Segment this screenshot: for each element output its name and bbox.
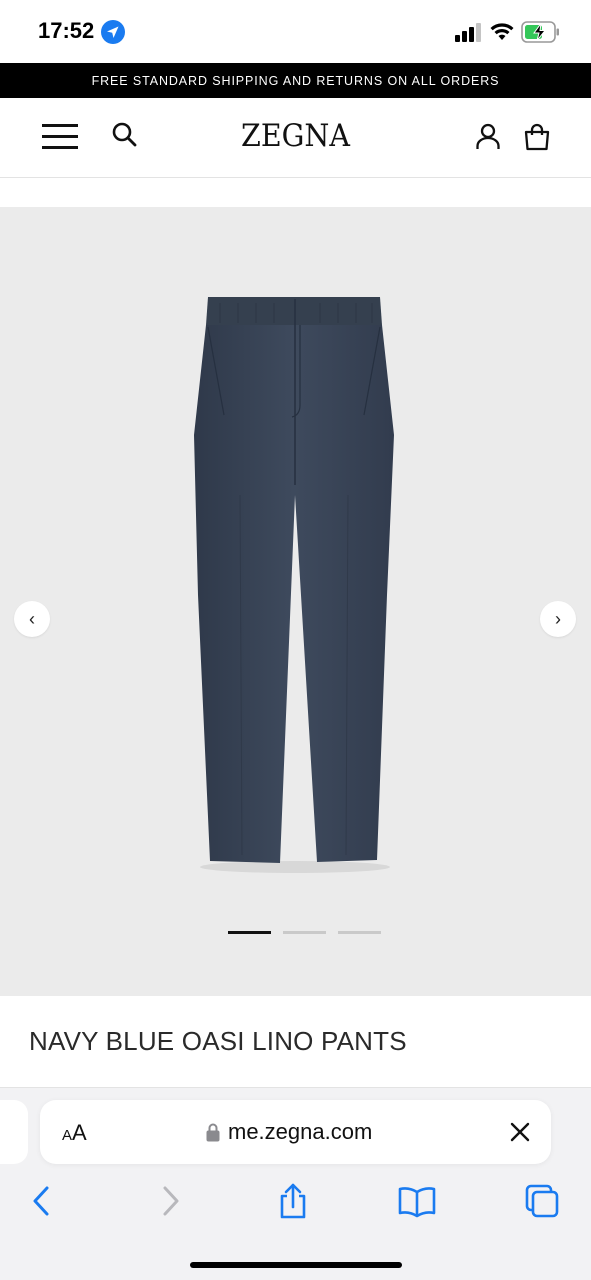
promo-text: FREE STANDARD SHIPPING AND RETURNS ON AL… [91,73,500,88]
product-gallery: ‹ › [0,207,591,996]
gallery-next-button[interactable]: › [540,601,576,637]
forward-icon[interactable] [150,1183,190,1219]
cellular-signal-icon [455,23,481,42]
location-arrow-icon [101,20,125,44]
home-indicator [190,1262,402,1268]
account-icon[interactable] [474,122,502,152]
gallery-dot[interactable] [338,931,381,934]
bookmarks-icon[interactable] [397,1183,437,1219]
product-image-pants[interactable] [180,295,410,875]
status-bar: 17:52 [0,0,591,63]
site-header: ZEGNA [0,98,591,178]
address-bar[interactable]: AA me.zegna.com [40,1100,551,1164]
chevron-left-icon: ‹ [29,608,35,629]
gallery-pagination [228,931,381,934]
browser-toolbar: AA me.zegna.com [0,1088,591,1280]
promo-banner: FREE STANDARD SHIPPING AND RETURNS ON AL… [0,63,591,98]
gallery-prev-button[interactable]: ‹ [14,601,50,637]
gallery-dot[interactable] [283,931,326,934]
back-icon[interactable] [22,1183,62,1219]
lock-icon [206,1123,220,1142]
close-icon[interactable] [508,1120,532,1144]
gallery-dot[interactable] [228,931,271,934]
wifi-icon [490,23,514,40]
reader-settings-button[interactable]: AA [62,1120,87,1146]
share-icon[interactable] [273,1183,313,1219]
chevron-right-icon: › [555,608,561,629]
tabs-icon[interactable] [523,1183,563,1219]
url-text[interactable]: me.zegna.com [228,1119,372,1145]
product-title: NAVY BLUE OASI LINO PANTS [29,1026,407,1056]
battery-charging-icon [521,21,559,43]
shopping-bag-icon[interactable] [522,122,552,152]
status-time: 17:52 [38,18,95,43]
previous-tab-preview[interactable] [0,1100,28,1164]
